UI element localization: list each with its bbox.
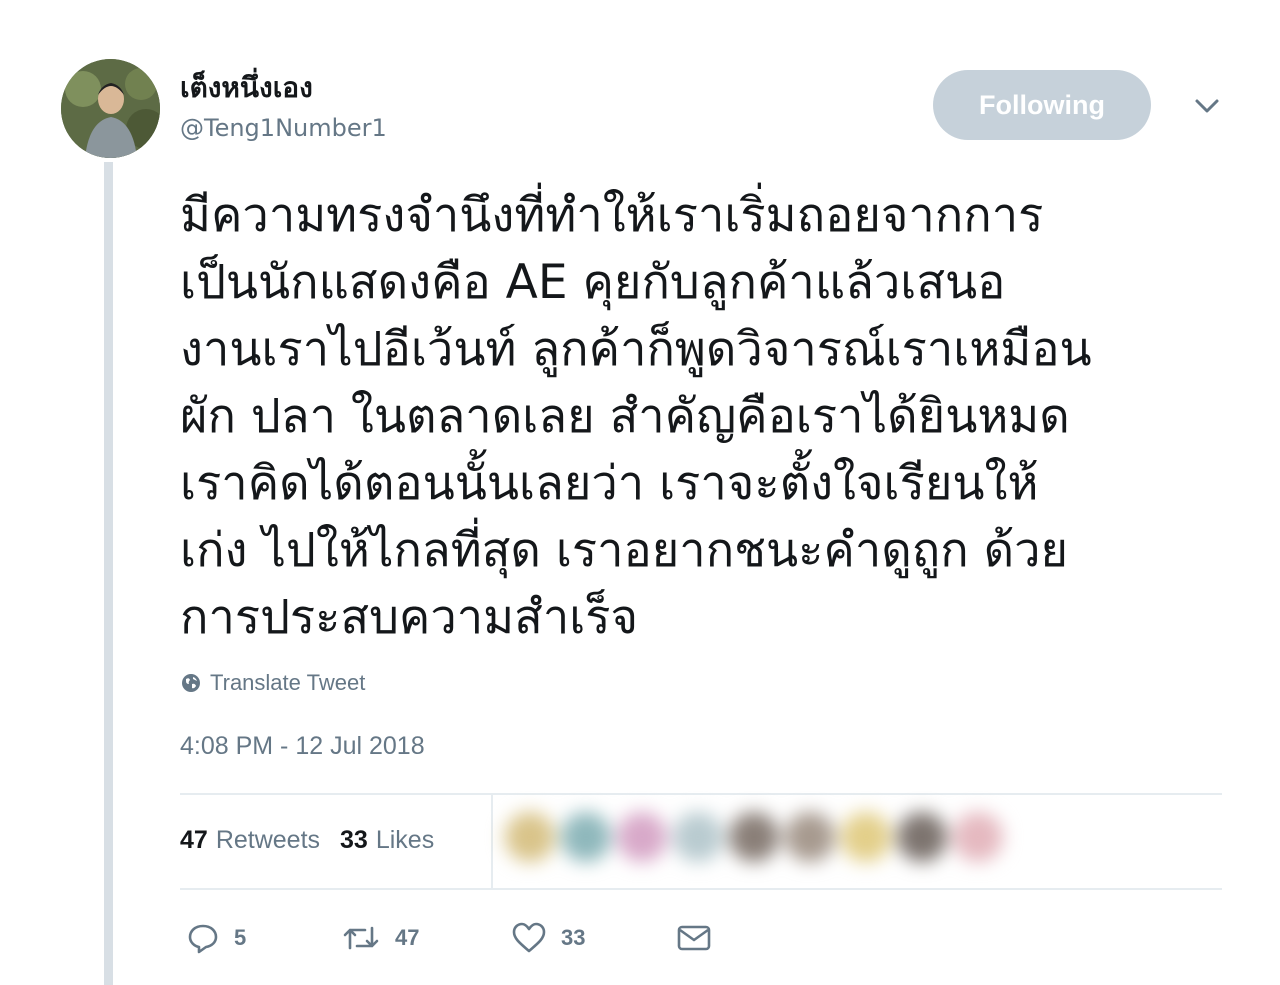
direct-message-button[interactable] [676,923,712,953]
retweet-icon [343,926,379,950]
tweet-text-line: เป็นนักแสดงคือ AE คุยกับลูกค้าแล้วเสนอ [180,255,1006,310]
divider-top [180,793,1222,795]
tweet-actions: 5 47 33 [186,918,712,958]
thread-line [104,162,113,985]
display-name[interactable]: เต็งหนึ่งเอง [180,70,313,106]
tweet-text-line: มีความทรงจำนึงที่ทำให้เราเริ่มถอยจากการ [180,188,1044,243]
liker-avatars-blurred[interactable] [505,812,1003,868]
stats-vertical-divider [491,795,493,888]
globe-icon [182,674,200,692]
liker-avatar [841,812,891,862]
following-button[interactable]: Following [933,70,1151,140]
liker-avatar [561,812,611,862]
liker-avatar [505,812,555,862]
like-count: 33 [561,925,586,950]
translate-tweet-link[interactable]: Translate Tweet [180,668,365,698]
retweets-label: Retweets [215,825,321,854]
user-handle[interactable]: @Teng1Number1 [180,112,387,144]
reply-button[interactable]: 5 [186,921,341,955]
likes-stat[interactable]: 33 Likes [340,826,434,855]
timestamp[interactable]: 4:08 PM - 12 Jul 2018 [180,732,425,761]
like-button[interactable]: 33 [511,921,676,955]
chevron-down-icon [1195,99,1219,113]
liker-avatar [785,812,835,862]
tweet-text-line: เราคิดได้ตอนนั้นเลยว่า เราจะตั้งใจเรียนใ… [180,456,1039,511]
heart-icon [512,922,546,953]
tweet-stats: 47 Retweets 33 Likes [180,822,454,858]
liker-avatar [897,812,947,862]
likes-label: Likes [375,825,435,854]
more-options-button[interactable] [1190,92,1224,120]
liker-avatar [673,812,723,862]
retweet-button[interactable]: 47 [341,921,511,955]
liker-avatar [953,812,1003,862]
avatar-image [61,59,160,158]
retweet-count: 47 [395,925,420,950]
envelope-icon [677,925,711,951]
divider-bottom [180,888,1222,890]
tweet-text-line: ผัก ปลา ในตลาดเลย สำคัญคือเราได้ยินหมด [180,389,1070,444]
avatar[interactable] [61,59,160,158]
translate-label: Translate Tweet [210,670,366,695]
retweets-count: 47 [180,825,208,854]
tweet-text-line: การประสบความสำเร็จ [180,590,639,645]
likes-count: 33 [340,825,368,854]
liker-avatar [729,812,779,862]
reply-icon [188,924,218,954]
reply-count: 5 [234,925,247,950]
tweet-text-line: เก่ง ไปให้ไกลที่สุด เราอยากชนะคำดูถูก ด้… [180,523,1069,578]
tweet-text-line: งานเราไปอีเว้นท์ ลูกค้าก็พูดวิจารณ์เราเห… [180,322,1092,377]
tweet-text: มีความทรงจำนึงที่ทำให้เราเริ่มถอยจากการ … [180,182,1250,651]
retweets-stat[interactable]: 47 Retweets [180,826,320,855]
liker-avatar [617,812,667,862]
